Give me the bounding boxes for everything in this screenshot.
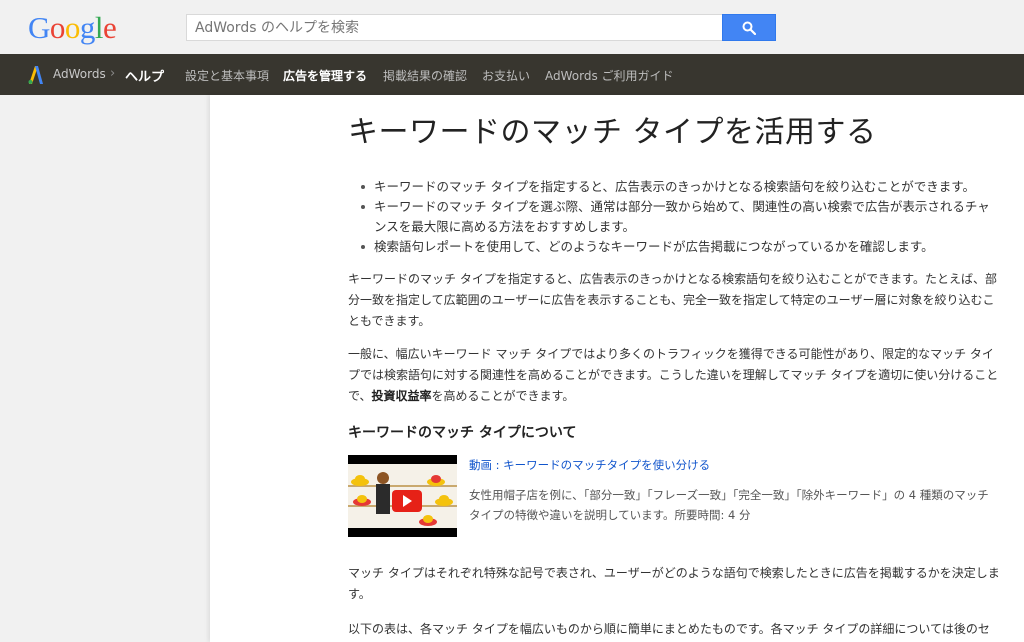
paragraph: キーワードのマッチ タイプを指定すると、広告表示のきっかけとなる検索語句を絞り込… [348, 272, 997, 328]
summary-list: キーワードのマッチ タイプを指定すると、広告表示のきっかけとなる検索語句を絞り込… [348, 177, 1000, 257]
list-item: 検索語句レポートを使用して、どのようなキーワードが広告掲載につながっているかを確… [361, 237, 1000, 257]
logo-letter: o [49, 10, 66, 45]
logo-letter: o [64, 10, 81, 45]
video-thumbnail[interactable] [348, 455, 457, 537]
adwords-logo-icon[interactable] [27, 66, 43, 84]
video-block: 動画 : キーワードのマッチタイプを使い分ける 女性用帽子店を例に、「部分一致」… [348, 455, 1000, 545]
logo-letter: l [94, 10, 104, 45]
nav-item-performance[interactable]: 掲載結果の確認 [383, 67, 467, 84]
google-logo[interactable]: Google [28, 10, 117, 45]
nav-help-link[interactable]: ヘルプ [125, 66, 164, 85]
search-icon [742, 21, 756, 35]
paragraph: 一般に、幅広いキーワード マッチ タイプではより多くのトラフィックを獲得できる可… [348, 344, 1000, 407]
roi-term: 投資収益率 [371, 389, 432, 403]
search-button[interactable] [722, 14, 776, 41]
main-content: キーワードのマッチ タイプを活用する キーワードのマッチ タイプを指定すると、広… [210, 95, 1024, 642]
search-box [186, 14, 722, 41]
list-item: キーワードのマッチ タイプを指定すると、広告表示のきっかけとなる検索語句を絞り込… [361, 177, 1000, 197]
logo-letter: e [103, 10, 117, 45]
nav-item-basics[interactable]: 設定と基本事項 [185, 67, 269, 84]
breadcrumb-separator: › [110, 66, 116, 81]
nav-product-link[interactable]: AdWords [53, 67, 106, 81]
paragraph: マッチ タイプはそれぞれ特殊な記号で表され、ユーザーがどのような語句で検索したと… [348, 566, 1000, 601]
nav-item-manage-ads[interactable]: 広告を管理する [283, 67, 367, 84]
paragraph: 以下の表は、各マッチ タイプを幅広いものから順に簡単にまとめたものです。各マッチ… [348, 622, 990, 636]
logo-letter: G [28, 10, 50, 45]
page-title: キーワードのマッチ タイプを活用する [348, 115, 877, 150]
nav-bar: AdWords › ヘルプ 設定と基本事項 広告を管理する 掲載結果の確認 お支… [0, 54, 1024, 95]
list-item: キーワードのマッチ タイプを選ぶ際、通常は部分一致から始めて、関連性の高い検索で… [361, 197, 1000, 237]
logo-letter: g [79, 10, 96, 45]
hat-shop-illustration [348, 464, 457, 528]
video-description: 女性用帽子店を例に、「部分一致」「フレーズ一致」「完全一致」「除外キーワード」の… [469, 488, 989, 522]
paragraph-text: を高めることができます。 [431, 389, 575, 403]
search-input[interactable] [187, 15, 722, 40]
video-link[interactable]: 動画 : キーワードのマッチタイプを使い分ける [469, 457, 710, 473]
video-scene [348, 464, 457, 528]
left-sidebar [0, 95, 210, 642]
nav-item-billing[interactable]: お支払い [482, 67, 530, 84]
top-header: Google [0, 0, 1024, 54]
nav-item-guide[interactable]: AdWords ご利用ガイド [545, 67, 674, 84]
article: キーワードのマッチ タイプを活用する キーワードのマッチ タイプを指定すると、広… [348, 95, 1000, 642]
section-heading: キーワードのマッチ タイプについて [348, 425, 577, 441]
